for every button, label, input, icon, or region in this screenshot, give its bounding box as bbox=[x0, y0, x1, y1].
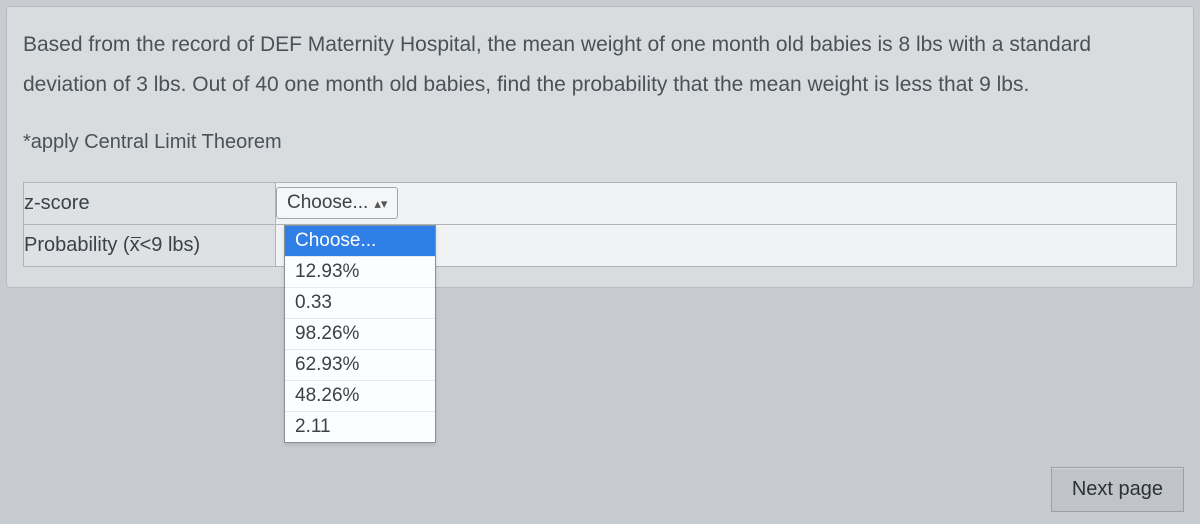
probability-label-suffix: <9 lbs) bbox=[140, 234, 201, 256]
zscore-label: z-score bbox=[24, 192, 90, 214]
table-row: Probability (x<9 lbs) Choose... 12.93% 0… bbox=[24, 224, 1177, 266]
table-row: z-score Choose... ▴▾ bbox=[24, 182, 1177, 224]
dropdown-option[interactable]: 62.93% bbox=[285, 350, 435, 381]
probability-dropdown[interactable]: Choose... 12.93% 0.33 98.26% 62.93% 48.2… bbox=[284, 225, 436, 443]
dropdown-option[interactable]: 12.93% bbox=[285, 257, 435, 288]
question-panel: Based from the record of DEF Maternity H… bbox=[6, 6, 1194, 288]
probability-label-cell: Probability (x<9 lbs) bbox=[24, 224, 276, 266]
dropdown-option[interactable]: 98.26% bbox=[285, 319, 435, 350]
zscore-label-cell: z-score bbox=[24, 182, 276, 224]
question-hint: *apply Central Limit Theorem bbox=[23, 131, 1177, 154]
dropdown-option[interactable]: 0.33 bbox=[285, 288, 435, 319]
xbar-symbol: x bbox=[130, 234, 140, 257]
next-page-button[interactable]: Next page bbox=[1051, 467, 1184, 512]
answer-table: z-score Choose... ▴▾ Probability (x<9 lb… bbox=[23, 182, 1177, 267]
dropdown-option-choose[interactable]: Choose... bbox=[285, 226, 435, 257]
dropdown-option[interactable]: 2.11 bbox=[285, 412, 435, 442]
zscore-select-value: Choose... bbox=[287, 192, 368, 214]
probability-select-cell: Choose... 12.93% 0.33 98.26% 62.93% 48.2… bbox=[276, 224, 1177, 266]
zscore-select[interactable]: Choose... ▴▾ bbox=[276, 187, 398, 219]
dropdown-option[interactable]: 48.26% bbox=[285, 381, 435, 412]
question-prompt: Based from the record of DEF Maternity H… bbox=[23, 25, 1177, 105]
sort-icon: ▴▾ bbox=[374, 197, 387, 210]
probability-label-prefix: Probability ( bbox=[24, 234, 130, 256]
zscore-select-cell: Choose... ▴▾ bbox=[276, 182, 1177, 224]
